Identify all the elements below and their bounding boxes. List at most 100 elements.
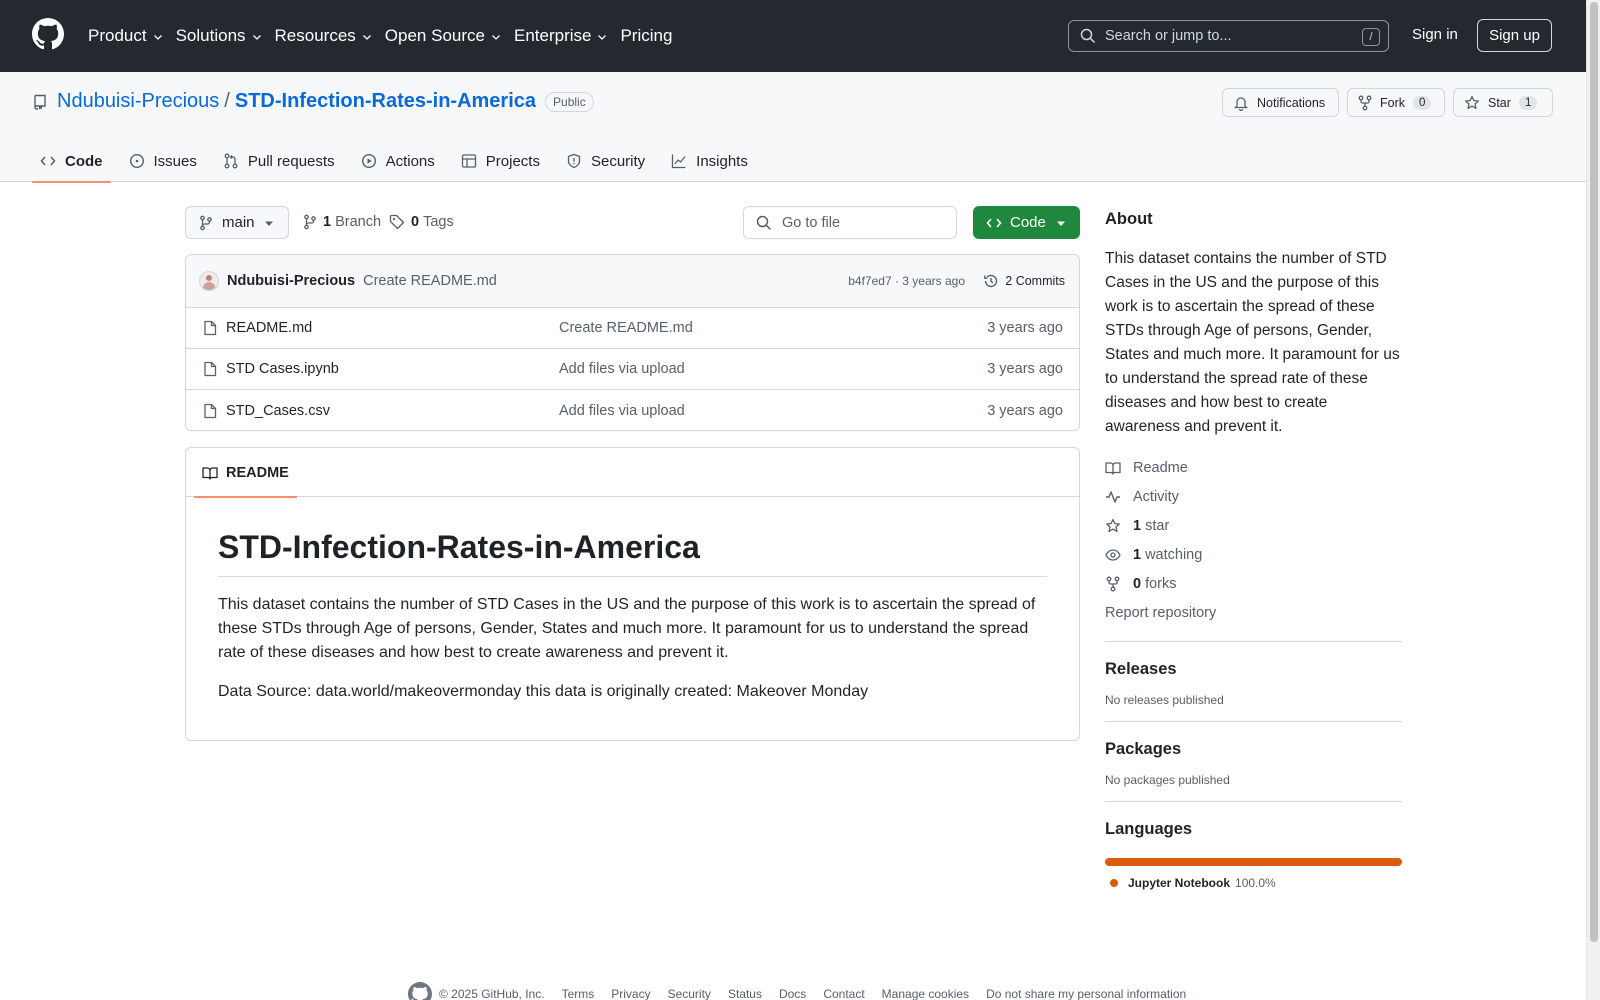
watchers-link[interactable]: 1 watching: [1105, 540, 1402, 569]
language-color-dot: [1110, 879, 1118, 887]
history-icon: [984, 274, 998, 288]
fork-icon: [1358, 95, 1372, 110]
releases-empty-text: No releases published: [1105, 693, 1224, 707]
code-icon: [986, 217, 1002, 228]
readme-paragraph: This dataset contains the number of STD …: [218, 596, 1036, 661]
tab-projects-label: Projects: [485, 152, 540, 170]
star-button[interactable]: Star 1: [1453, 88, 1553, 117]
code-dropdown-button[interactable]: Code: [973, 206, 1080, 239]
notifications-button[interactable]: Notifications: [1222, 88, 1339, 117]
sign-up-button[interactable]: Sign up: [1477, 19, 1552, 52]
branch-count: 1: [323, 214, 332, 230]
nav-enterprise[interactable]: Enterprise: [514, 26, 608, 46]
file-icon: [204, 320, 217, 336]
stars-count: 1: [1133, 517, 1142, 534]
chevron-down-icon: [252, 35, 261, 40]
scrollbar-thumb[interactable]: [1590, 2, 1598, 942]
tab-insights[interactable]: Insights: [663, 140, 756, 182]
tab-actions-label: Actions: [385, 152, 435, 170]
file-name-link[interactable]: STD_Cases.csv: [226, 403, 330, 419]
file-commit-age: 3 years ago: [987, 402, 1063, 419]
releases-heading[interactable]: Releases: [1105, 660, 1402, 679]
file-browser: Ndubuisi-Precious Create README.md b4f7e…: [185, 254, 1080, 431]
tab-projects[interactable]: Projects: [453, 140, 548, 182]
file-commit-message-link[interactable]: Add files via upload: [559, 403, 685, 419]
tab-pull-requests[interactable]: Pull requests: [215, 140, 343, 182]
stars-link[interactable]: 1 star: [1105, 511, 1402, 540]
code-button-label: Code: [1010, 214, 1046, 231]
readme-link[interactable]: Readme: [1105, 453, 1402, 482]
avatar[interactable]: [199, 271, 219, 291]
commit-message-link[interactable]: Create README.md: [363, 273, 497, 289]
activity-link[interactable]: Activity: [1105, 482, 1402, 511]
tab-actions[interactable]: Actions: [353, 140, 443, 182]
nav-pricing[interactable]: Pricing: [620, 26, 672, 46]
nav-solutions[interactable]: Solutions: [176, 26, 263, 46]
commits-history-link[interactable]: 2 Commits: [983, 273, 1065, 289]
repo-owner-link[interactable]: Ndubuisi-Precious: [57, 90, 219, 113]
nav-enterprise-label: Enterprise: [513, 26, 592, 45]
footer-link-manage-cookies[interactable]: Manage cookies: [882, 987, 969, 1000]
commit-hash-and-time[interactable]: b4f7ed7 · 3 years ago: [848, 274, 965, 288]
sign-in-link[interactable]: Sign in: [1412, 26, 1458, 43]
tab-security[interactable]: Security: [558, 140, 653, 182]
latest-commit-row: Ndubuisi-Precious Create README.md b4f7e…: [186, 255, 1079, 308]
tab-issues[interactable]: Issues: [121, 140, 205, 182]
file-commit-age: 3 years ago: [987, 320, 1063, 336]
code-icon: [40, 156, 56, 166]
pull-request-icon: [224, 153, 238, 169]
readme-tab[interactable]: README: [194, 448, 297, 498]
file-name-link[interactable]: STD Cases.ipynb: [226, 361, 339, 377]
tag-label: Tags: [423, 214, 454, 230]
tab-security-label: Security: [590, 152, 646, 170]
page-scrollbar[interactable]: [1586, 0, 1600, 1000]
table-row: STD Cases.ipynb Add files via upload 3 y…: [186, 349, 1079, 390]
footer-link-contact[interactable]: Contact: [823, 987, 864, 1000]
site-footer: © 2025 GitHub, Inc. Terms Privacy Securi…: [408, 982, 1186, 1000]
file-name-link[interactable]: README.md: [226, 320, 312, 336]
commits-count: 2 Commits: [1005, 274, 1065, 288]
footer-link-terms[interactable]: Terms: [562, 987, 595, 1000]
repo-tabs: Code Issues Pull requests Actions Projec…: [32, 140, 766, 183]
star-icon: [1106, 518, 1120, 532]
tags-link[interactable]: 0 Tags: [389, 214, 454, 230]
releases-section: Releases No releases published: [1105, 641, 1402, 707]
repo-header: Ndubuisi-Precious / STD-Infection-Rates-…: [0, 72, 1586, 183]
nav-solutions-label: Solutions: [175, 26, 246, 45]
notifications-label: Notifications: [1257, 95, 1326, 110]
languages-heading: Languages: [1105, 820, 1193, 838]
repo-name-link[interactable]: STD-Infection-Rates-in-America: [235, 90, 536, 113]
nav-resources[interactable]: Resources: [275, 26, 373, 46]
footer-link-docs[interactable]: Docs: [779, 987, 806, 1000]
tab-code[interactable]: Code: [32, 140, 111, 183]
forks-link[interactable]: 0 forks: [1105, 569, 1402, 598]
book-icon: [1105, 461, 1121, 475]
footer-link-status[interactable]: Status: [728, 987, 762, 1000]
go-to-file-input[interactable]: Go to file: [743, 206, 957, 239]
report-repository-link[interactable]: Report repository: [1105, 598, 1402, 627]
nav-open-source[interactable]: Open Source: [385, 26, 502, 46]
footer-link-privacy[interactable]: Privacy: [611, 987, 650, 1000]
branch-selector-button[interactable]: main: [185, 206, 289, 239]
global-search-input[interactable]: Search or jump to... /: [1068, 20, 1389, 52]
github-logo-icon[interactable]: [32, 18, 64, 50]
footer-link-do-not-share[interactable]: Do not share my personal information: [986, 987, 1186, 1000]
packages-heading[interactable]: Packages: [1105, 740, 1402, 759]
github-logo-icon[interactable]: [408, 982, 432, 1000]
about-heading: About: [1105, 210, 1153, 228]
footer-link-security[interactable]: Security: [668, 987, 711, 1000]
fork-button[interactable]: Fork 0: [1347, 88, 1445, 117]
branches-link[interactable]: 1 Branch: [303, 214, 381, 230]
file-commit-message-link[interactable]: Add files via upload: [559, 361, 685, 377]
search-shortcut-key: /: [1362, 28, 1380, 46]
file-commit-message-link[interactable]: Create README.md: [559, 320, 693, 336]
caret-down-icon: [1057, 221, 1065, 226]
readme-panel: README STD-Infection-Rates-in-America Th…: [185, 447, 1080, 741]
commit-author-link[interactable]: Ndubuisi-Precious: [227, 273, 355, 289]
nav-product[interactable]: Product: [88, 26, 164, 46]
fork-label: Fork: [1380, 95, 1405, 110]
branch-icon: [304, 214, 316, 230]
pulse-icon: [1106, 490, 1120, 503]
forks-count: 0: [1133, 575, 1142, 592]
language-item[interactable]: Jupyter Notebook 100.0%: [1105, 876, 1402, 890]
